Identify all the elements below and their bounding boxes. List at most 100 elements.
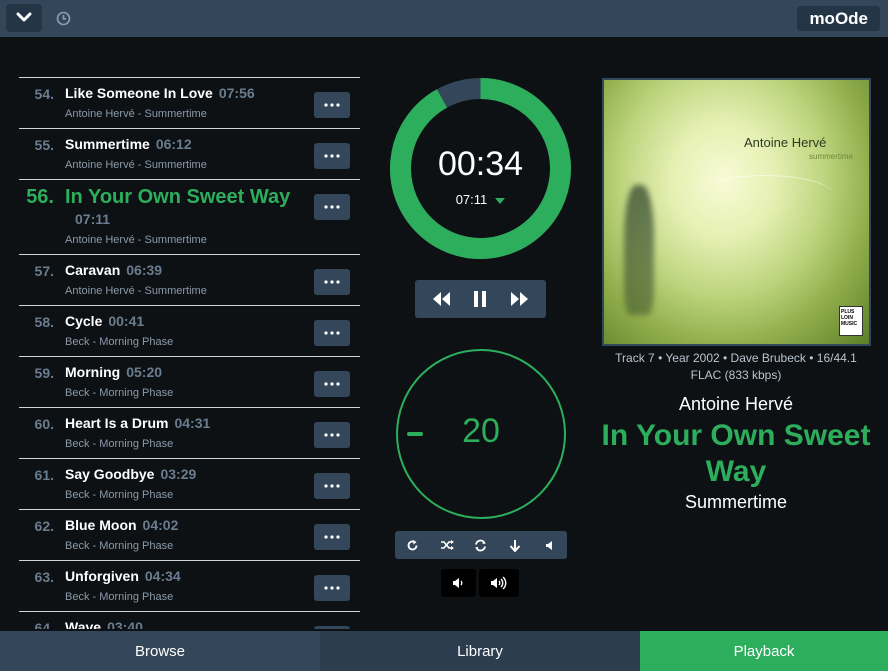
playlist-item-more-button[interactable] <box>314 92 350 118</box>
tab-playback[interactable]: Playback <box>640 631 888 671</box>
clock-icon[interactable] <box>55 10 71 26</box>
album-cover[interactable]: Antoine Hervé summertime PLUS LOIN MUSIC <box>602 78 871 346</box>
playlist-item-more-button[interactable] <box>314 320 350 346</box>
now-playing-artist[interactable]: Antoine Hervé <box>590 394 882 415</box>
volume-up-button[interactable] <box>479 569 519 597</box>
ellipsis-icon <box>324 484 340 488</box>
playlist-item[interactable]: 62. Blue Moon 04:02 Beck - Morning Phase <box>19 510 360 561</box>
next-button[interactable] <box>505 284 535 314</box>
playlist-item-title: Like Someone In Love 07:56 <box>65 85 255 101</box>
playlist-item-more-button[interactable] <box>314 473 350 499</box>
tab-browse[interactable]: Browse <box>0 631 320 671</box>
playlist-item-artist-album: Beck - Morning Phase <box>65 387 174 399</box>
playlist-item-title: Wave 03:40 <box>65 619 143 629</box>
pause-button[interactable] <box>465 284 495 314</box>
playlist-item-number: 61. <box>34 467 54 483</box>
total-time-label: 07:11 <box>455 192 488 207</box>
playlist-item[interactable]: 60. Heart Is a Drum 04:31 Beck - Morning Ph… <box>19 408 360 459</box>
playlist-item-artist-album: Antoine Hervé - Summertime <box>65 234 207 246</box>
playlist-item-time: 00:41 <box>108 313 145 329</box>
playlist-item-title: In Your Own Sweet Way <box>65 186 291 208</box>
playlist-item-current[interactable]: 56. In Your Own Sweet Way 07:11 Antoine Her… <box>19 180 360 255</box>
elapsed-time: 00:34 <box>437 145 524 183</box>
fast-forward-icon <box>511 292 529 306</box>
chevron-down-icon <box>16 12 32 22</box>
cover-artist-text: Antoine Hervé <box>744 135 827 150</box>
single-button[interactable] <box>504 534 526 556</box>
track-meta-line2: FLAC (833 kbps) <box>690 368 782 382</box>
volume-down-icon <box>452 578 462 588</box>
top-bar: moOde <box>0 0 888 37</box>
playlist-item-title-text: Morning <box>65 364 121 380</box>
playlist-item-more-button[interactable] <box>314 524 350 550</box>
repeat-icon <box>407 539 418 550</box>
repeat-button[interactable] <box>401 534 423 556</box>
playlist-item-more-button[interactable] <box>314 626 350 629</box>
playlist-item-time: 07:11 <box>75 211 111 227</box>
tab-library[interactable]: Library <box>320 631 640 671</box>
playlist-item-title: Caravan 06:39 <box>65 262 162 278</box>
previous-button[interactable] <box>426 284 456 314</box>
playlist-item-number: 54. <box>34 86 54 102</box>
playlist-item-artist-album: Beck - Morning Phase <box>65 438 174 450</box>
playlist-item[interactable]: 57. Caravan 06:39 Antoine Hervé - Summertim… <box>19 255 360 306</box>
playlist-item[interactable]: 64. Wave 03:40 <box>19 612 360 629</box>
mute-button[interactable] <box>539 534 561 556</box>
ellipsis-icon <box>324 382 340 386</box>
playlist-item-title-text: Like Someone In Love <box>65 85 213 101</box>
caret-down-icon <box>495 197 506 204</box>
playback-toolbar <box>395 531 567 559</box>
consume-button[interactable] <box>470 534 492 556</box>
playlist-item-time: 04:02 <box>142 517 179 533</box>
ellipsis-icon <box>324 205 340 209</box>
brand-logo[interactable]: moOde <box>797 6 880 31</box>
playlist-item-more-button[interactable] <box>314 143 350 169</box>
playlist-item-number: 60. <box>34 416 54 432</box>
volume-value: 20 <box>462 412 500 450</box>
playlist-item[interactable]: 63. Unforgiven 04:34 Beck - Morning Phase <box>19 561 360 612</box>
menu-button[interactable] <box>6 4 42 32</box>
playlist-item[interactable]: 58. Cycle 00:41 Beck - Morning Phase <box>19 306 360 357</box>
playlist-item-more-button[interactable] <box>314 422 350 448</box>
playlist-item[interactable]: 59. Morning 05:20 Beck - Morning Phase <box>19 357 360 408</box>
cover-album-text: summertime <box>809 152 854 161</box>
playlist-item-time: 03:40 <box>107 619 143 629</box>
playlist-item-title: Say Goodbye 03:29 <box>65 466 196 482</box>
playlist-item-number: 55. <box>34 137 54 153</box>
playlist-item-title-text: Heart Is a Drum <box>65 415 169 431</box>
ellipsis-icon <box>324 586 340 590</box>
now-playing-album[interactable]: Summertime <box>590 492 882 513</box>
playlist-item-number: 63. <box>34 569 54 585</box>
playlist-item-more-button[interactable] <box>314 575 350 601</box>
playlist-item-more-button[interactable] <box>314 269 350 295</box>
transport-controls <box>415 280 546 318</box>
playlist-item[interactable]: 61. Say Goodbye 03:29 Beck - Morning Phase <box>19 459 360 510</box>
playlist-item-title: Cycle 00:41 <box>65 313 144 329</box>
ellipsis-icon <box>324 103 340 107</box>
volume-buttons <box>441 569 519 597</box>
playlist-item-title-text: Unforgiven <box>65 568 139 584</box>
playlist-item-artist-album: Antoine Hervé - Summertime <box>65 159 207 171</box>
playlist-item-more-button[interactable] <box>314 194 350 220</box>
playlist-item-number: 62. <box>34 518 54 534</box>
playlist-item-title: Morning 05:20 <box>65 364 162 380</box>
playlist-item-title: Heart Is a Drum 04:31 <box>65 415 210 431</box>
playlist-item-title-text: Caravan <box>65 262 121 278</box>
playlist-item-artist-album: Antoine Hervé - Summertime <box>65 108 207 120</box>
playlist-item[interactable]: 54. Like Someone In Love 07:56 Antoine Herv… <box>19 78 360 129</box>
arrow-down-icon <box>510 539 521 552</box>
playlist-item-time: 07:56 <box>218 85 255 101</box>
playlist-item-number: 64. <box>34 620 54 629</box>
playlist-item-number: 58. <box>34 314 54 330</box>
playlist-item-more-button[interactable] <box>314 371 350 397</box>
bottom-nav: Browse Library Playback <box>0 631 888 671</box>
ellipsis-icon <box>324 433 340 437</box>
shuffle-button[interactable] <box>436 534 458 556</box>
cover-line <box>694 175 834 215</box>
total-time[interactable]: 07:11 <box>388 192 573 207</box>
playlist-item-title: Unforgiven 04:34 <box>65 568 181 584</box>
playlist-item[interactable]: 55. Summertime 06:12 Antoine Hervé - Summer… <box>19 129 360 180</box>
playlist-item-artist-album: Beck - Morning Phase <box>65 591 174 603</box>
playlist-item-time: 06:12 <box>155 136 192 152</box>
volume-down-button[interactable] <box>441 569 476 597</box>
